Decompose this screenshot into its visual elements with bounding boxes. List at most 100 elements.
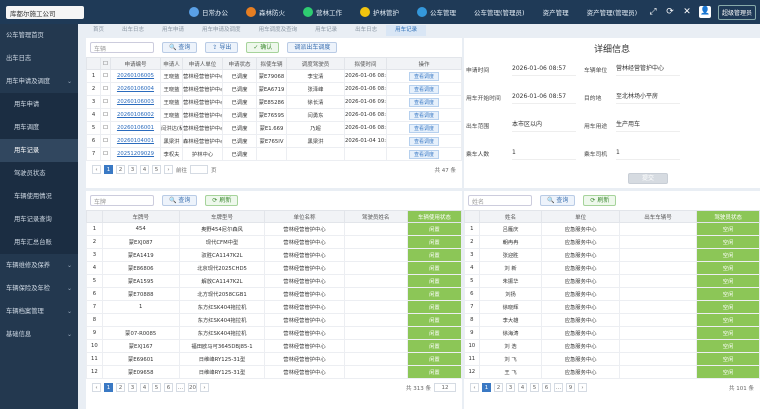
page-button[interactable]: 2 [116, 165, 125, 174]
apply-time-field[interactable]: 2026-01-06 08:57 [512, 62, 576, 76]
table-row[interactable]: 5 蒙EA1595 解放CA1147K2L 营林经营管护中心 闲置 [86, 274, 463, 288]
column-header[interactable]: 拟使车辆 [256, 57, 287, 70]
table-row[interactable]: 12 蒙E09658 日维峰RY125-31型 营林经营管护中心 闲置 [86, 365, 463, 379]
column-header[interactable]: 出车车辆号 [618, 210, 698, 223]
page-button[interactable]: 3 [128, 383, 137, 392]
column-header[interactable]: 单位名称 [264, 210, 345, 223]
plate-search-input[interactable]: 车牌 [90, 195, 154, 206]
next-page-button[interactable]: › [164, 165, 173, 174]
nav-item[interactable]: 日常办公 [180, 0, 237, 24]
nav-item[interactable]: 公车管理 [408, 0, 465, 24]
column-header[interactable]: 车牌号 [101, 210, 180, 223]
prev-page-button[interactable]: ‹ [92, 165, 101, 174]
sidebar-item[interactable]: 出车日志 [0, 47, 78, 70]
table-row[interactable]: 7 ☐ 20251209029 李权夫 护林中心 已调度 查看调度 [86, 147, 462, 161]
table-cell[interactable]: 查看调度 [386, 147, 462, 161]
page-button[interactable]: 2 [116, 383, 125, 392]
page-button[interactable]: 4 [140, 165, 149, 174]
expand-icon[interactable]: ⤢ [648, 7, 658, 17]
column-header[interactable]: 调度驾驶员 [286, 57, 345, 70]
export-button[interactable]: ⇪ 导出 [205, 42, 239, 53]
tab[interactable]: 用车记录 [386, 25, 427, 36]
nav-item[interactable]: 森林防火 [237, 0, 294, 24]
table-row[interactable]: 7 1 东方红SK404拖拉机 营林经营管护中心 闲置 [86, 300, 463, 314]
column-header[interactable]: 申请状态 [222, 57, 257, 70]
table-row[interactable]: 8 李大雄 应急服务中心 空闲 [464, 313, 760, 327]
page-button[interactable]: ... [554, 383, 563, 392]
next-page-button[interactable]: › [578, 383, 587, 392]
table-cell[interactable]: 20251209029 [110, 147, 161, 161]
start-field[interactable]: 2026-01-06 08:57 [512, 90, 576, 104]
table-row[interactable]: 6☐20260104001黑梁洪森林经营管护中心办已调度蒙E765IV黑梁洪20… [86, 134, 462, 148]
column-header[interactable]: 驾驶员姓名 [343, 210, 408, 223]
row-checkbox[interactable]: ☐ [100, 121, 111, 135]
action-button[interactable]: 查看调度 [408, 110, 439, 120]
dispatch-button[interactable]: 调派出车调度 [287, 42, 338, 53]
table-row[interactable]: 10 蒙EXJ167 福田欧马可3645DBJ85-1 营林经营管护中心 闲置 [86, 339, 463, 353]
refresh-icon[interactable]: ⟳ [665, 7, 675, 17]
table-row[interactable]: 5☐20260106001闫洪达(私家)营林经营管护中心已调度蒙E1.669乃超… [86, 121, 462, 135]
sidebar-item[interactable]: 基础信息 ⌄ [0, 323, 78, 346]
page-button[interactable]: 2 [494, 383, 503, 392]
table-row[interactable]: 3 蒙EA1419 驭胜CA1147K2L 营林经营管护中心 闲置 [86, 248, 463, 262]
tab[interactable]: 用车调度及查询 [250, 25, 307, 36]
tab[interactable]: 用车申请及调度 [193, 25, 250, 36]
table-row[interactable]: 11 刘 飞应急服务中心 空闲 [464, 352, 760, 366]
table-row[interactable]: 9 蒙07-R0085 东方红SK404拖拉机 营林经营管护中心 闲置 [86, 326, 463, 340]
table-cell[interactable]: 20260106004 [110, 82, 161, 96]
page-button[interactable]: 4 [140, 383, 149, 392]
table-row[interactable]: 11 蒙E69601 日维峰RY125-31型 营林经营管护中心 闲置 [86, 352, 463, 366]
table-row[interactable]: 2 ☐ 20260106004 王晓蓝 营林经营管护中心 已调度 蒙EA6719 张泽峰 202… [86, 82, 462, 96]
table-cell[interactable]: 查看调度 [386, 121, 462, 135]
table-row[interactable]: 1 454 奥野454尼尔森风 营林经营管护中心 闲置 [86, 222, 463, 236]
submit-button[interactable]: 提交 [628, 173, 668, 184]
sidebar-item[interactable]: 公车管理首页 [0, 24, 78, 47]
goto-input[interactable] [190, 165, 209, 174]
sidebar-item[interactable]: 车辆维修及保养 ⌄ [0, 254, 78, 277]
sidebar-item[interactable]: 用车记录查询 [0, 208, 78, 231]
page-button[interactable]: 5 [152, 383, 161, 392]
nav-item[interactable]: 营林工作 [294, 0, 351, 24]
table-row[interactable]: 8 东方红SK404拖拉机 营林经营管护中心 闲置 [86, 313, 463, 327]
column-header[interactable]: 申请编号 [110, 57, 161, 70]
tab[interactable]: 首页 [84, 25, 113, 36]
row-checkbox[interactable]: ☐ [100, 82, 111, 96]
table-row[interactable]: 4 ☐ 20260106002 王晓蓝 营林经营管护中心 已调度 蒙E76595 闫勇东 202… [86, 108, 462, 122]
row-checkbox[interactable]: ☐ [100, 95, 111, 109]
nav-item[interactable]: 护林管护 [351, 0, 408, 24]
table-cell[interactable]: 20260106001 [110, 121, 161, 135]
sidebar-item[interactable]: 车辆档案管理 ⌄ [0, 300, 78, 323]
table-row[interactable]: 3 张迎胜 应急服务中心 空闲 [464, 248, 760, 262]
page-button[interactable]: 5 [152, 165, 161, 174]
table-row[interactable]: 12 王 飞应急服务中心 空闲 [464, 365, 760, 379]
prev-page-button[interactable]: ‹ [470, 383, 479, 392]
nav-item[interactable]: 资产管理 [534, 0, 578, 24]
sidebar-item[interactable]: 车辆使用情况 [0, 185, 78, 208]
row-checkbox[interactable]: ☐ [100, 69, 111, 83]
page-button[interactable]: 6 [164, 383, 173, 392]
sidebar-item[interactable]: 用车申请及调度 ⌄ [0, 70, 78, 93]
table-cell[interactable]: 20260106003 [110, 95, 161, 109]
page-button[interactable]: 9 [566, 383, 575, 392]
page-size-select[interactable]: 12 [434, 383, 456, 392]
column-header[interactable]: 申请人 [160, 57, 183, 70]
action-button[interactable]: 查看调度 [408, 84, 439, 94]
tab[interactable]: 用车记录 [306, 25, 346, 36]
avatar[interactable]: 👤 [698, 6, 711, 18]
page-button[interactable]: ... [176, 383, 185, 392]
action-button[interactable]: 查看调度 [408, 149, 439, 159]
select-all-checkbox[interactable]: ☐ [100, 57, 111, 70]
table-cell[interactable]: 查看调度 [386, 108, 462, 122]
column-header[interactable]: 操作 [386, 57, 462, 70]
table-row[interactable]: 10 刘 浩应急服务中心 空闲 [464, 339, 760, 353]
name-search-input[interactable]: 姓名 [468, 195, 532, 206]
page-button[interactable]: 20 [188, 383, 197, 392]
row-checkbox[interactable]: ☐ [100, 134, 111, 148]
driver-refresh-button[interactable]: ⟳ 刷新 [583, 195, 617, 206]
scope-field[interactable]: 本市区以内 [512, 118, 576, 132]
page-button[interactable]: 1 [104, 165, 113, 174]
purpose-field[interactable]: 生产用车 [616, 118, 680, 132]
page-button[interactable]: 6 [542, 383, 551, 392]
driver-query-button[interactable]: 🔍 查询 [540, 195, 576, 206]
column-header[interactable]: 车牌型号 [178, 210, 266, 223]
